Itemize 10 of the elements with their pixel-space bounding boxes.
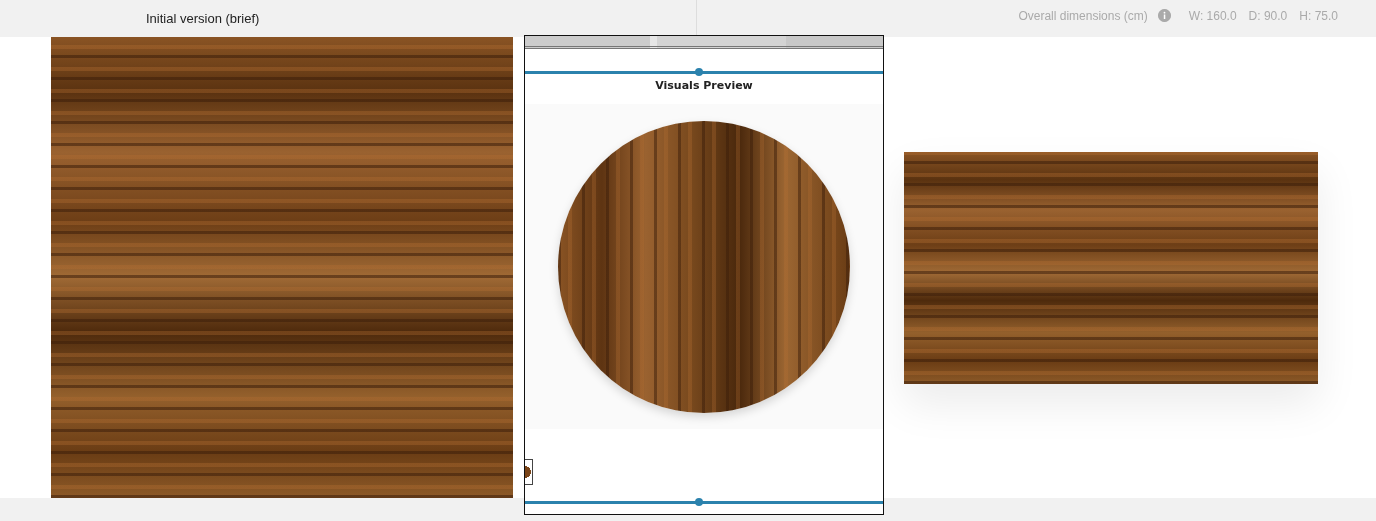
- preview-title: Visuals Preview: [654, 79, 754, 92]
- resize-handle[interactable]: [525, 71, 883, 74]
- info-icon[interactable]: [1157, 9, 1171, 22]
- thumbnail[interactable]: [525, 459, 533, 485]
- version-label: Initial version (brief): [146, 11, 260, 26]
- dimension-value: W: 160.0: [1188, 8, 1237, 23]
- dimension-value: H: 75.0: [1299, 8, 1338, 23]
- resize-handle[interactable]: [525, 501, 883, 504]
- dimension-value: D: 90.0: [1248, 8, 1288, 23]
- dimensions-label: Overall dimensions (cm): [1018, 8, 1148, 23]
